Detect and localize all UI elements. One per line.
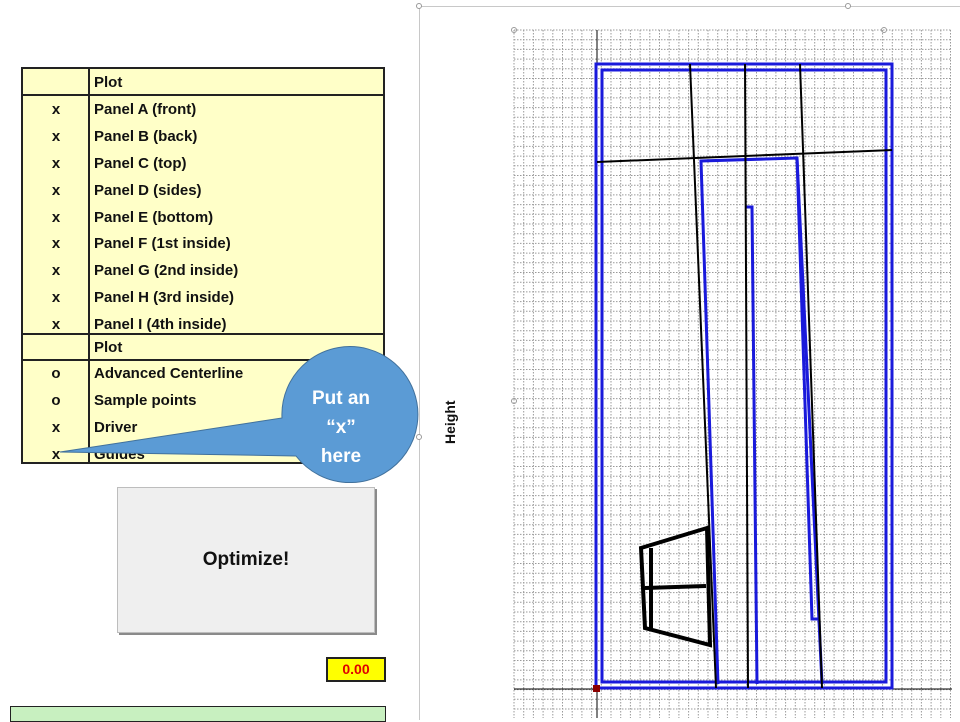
callout-line: Put an [311,388,371,409]
panel-inside-outline [699,156,824,685]
y-axis-label: Height [442,400,458,444]
callout-line: here [320,446,362,467]
callout-text: Put an “x” here [286,384,396,471]
origin-marker [593,685,600,692]
enclosure-plot [513,29,952,718]
callout-line: “x” [326,417,356,438]
driver-line [644,584,707,590]
